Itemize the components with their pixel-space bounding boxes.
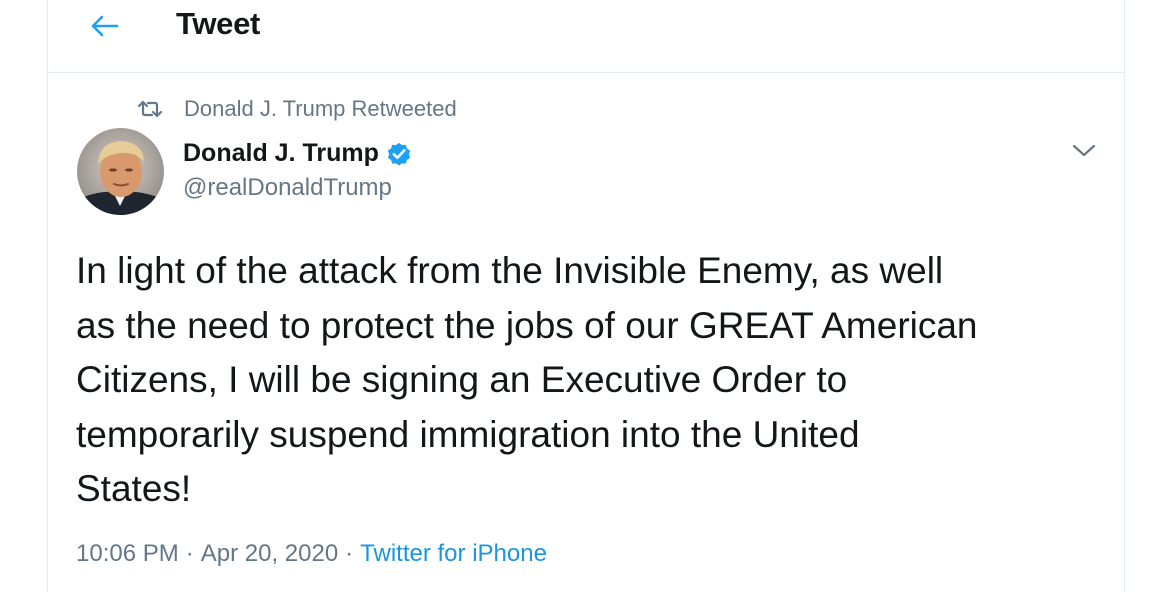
tweet-meta: 10:06 PM · Apr 20, 2020 · Twitter for iP… (76, 540, 547, 568)
author-handle[interactable]: @realDonaldTrump (183, 174, 392, 202)
tweet-column: Tweet Donald J. Trump Retweeted Donald J… (47, 0, 1125, 592)
tweet-date[interactable]: Apr 20, 2020 (201, 540, 338, 568)
author-name[interactable]: Donald J. Trump (183, 139, 413, 168)
verified-badge-icon (385, 140, 413, 168)
author-name-text: Donald J. Trump (183, 139, 379, 167)
meta-separator: · (345, 540, 354, 567)
retweet-icon (136, 97, 164, 121)
arrow-left-icon (91, 15, 119, 37)
chevron-down-icon (1072, 144, 1096, 157)
social-context-text[interactable]: Donald J. Trump Retweeted (184, 96, 457, 122)
tweet-time[interactable]: 10:06 PM (76, 540, 179, 568)
tweet-header: Tweet (48, 0, 1124, 73)
page-title: Tweet (176, 6, 261, 41)
back-button[interactable] (84, 8, 124, 44)
avatar[interactable] (77, 128, 164, 215)
tweet-text: In light of the attack from the Invisibl… (76, 250, 978, 509)
meta-separator: · (185, 540, 194, 567)
social-context: Donald J. Trump Retweeted (136, 96, 457, 122)
more-options-button[interactable] (1066, 136, 1102, 166)
tweet-source-link[interactable]: Twitter for iPhone (360, 540, 547, 568)
